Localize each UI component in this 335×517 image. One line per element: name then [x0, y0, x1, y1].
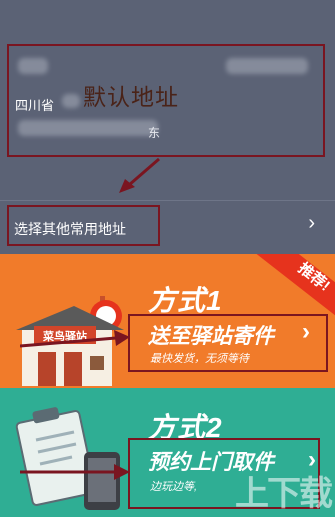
method1-action[interactable]: 送至驿站寄件 [148, 320, 274, 350]
annotation-arrow-down [119, 157, 160, 193]
method1-title: 方式1 [148, 285, 223, 316]
province-text: 四川省 [15, 98, 55, 113]
divider [0, 200, 335, 201]
annotation-arrow-right [20, 330, 130, 348]
other-address-button[interactable]: 选择其他常用地址 [14, 219, 126, 239]
method2-subtitle: 边玩边等, [150, 481, 198, 493]
chevron-right-icon[interactable]: › [302, 318, 310, 346]
chevron-right-icon[interactable]: › [308, 212, 315, 235]
method2-banner[interactable]: 方式2 预约上门取件 › 边玩边等, 上下载 [0, 388, 335, 517]
clipboard-phone-icon [15, 407, 120, 510]
default-address-label: 默认地址 [83, 84, 179, 110]
method1-subtitle: 最快发货，无须等待 [150, 353, 249, 365]
method1-banner[interactable]: 推荐! 菜鸟驿站 方式1 送至驿站寄件 › 最快发货，无须等待 [0, 254, 335, 388]
watermark-logo: 上下载 [235, 475, 333, 513]
address-section[interactable]: 默认地址 四川省 东 选择其他常用地址 › [0, 0, 335, 254]
address-suffix-text: 东 [148, 126, 161, 140]
annotation-arrow-right [20, 464, 130, 480]
